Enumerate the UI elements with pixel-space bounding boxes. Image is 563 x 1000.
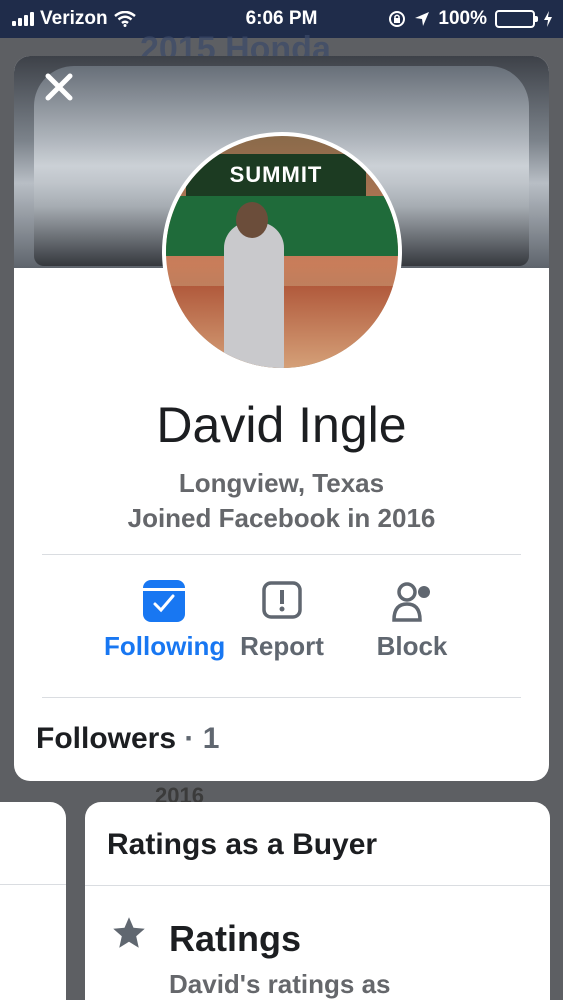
report-label: Report: [240, 631, 324, 661]
battery-icon: [495, 10, 538, 28]
followers-label: Followers: [36, 722, 177, 755]
divider: [85, 885, 550, 886]
avatar-sign-board: [166, 196, 398, 256]
side-card[interactable]: [0, 802, 66, 1000]
avatar[interactable]: SUMMIT: [162, 132, 402, 372]
following-button[interactable]: Following: [104, 580, 226, 663]
close-button[interactable]: [42, 70, 76, 104]
profile-joined: Joined Facebook in 2016: [127, 503, 436, 533]
orientation-lock-icon: [389, 11, 406, 27]
followers-separator: ·: [184, 722, 195, 755]
charging-bolt-icon: [544, 11, 552, 27]
divider: [42, 554, 521, 555]
status-right: 100%: [388, 8, 553, 30]
report-button[interactable]: Report: [222, 580, 342, 663]
ratings-title: Ratings: [169, 918, 302, 959]
avatar-person: [224, 222, 284, 368]
close-icon: [45, 73, 73, 101]
following-label: Following: [104, 631, 226, 661]
profile-modal: SUMMIT David Ingle Longview, Texas Joine…: [14, 56, 549, 781]
avatar-person-head: [236, 202, 268, 238]
avatar-sign-text: SUMMIT: [186, 154, 366, 196]
block-button[interactable]: Block: [352, 580, 472, 663]
ratings-heading: Ratings as a Buyer: [107, 828, 378, 861]
divider: [42, 697, 521, 698]
profile-name: David Ingle: [156, 397, 407, 453]
block-label: Block: [376, 631, 448, 661]
location-arrow-icon: [415, 12, 430, 26]
star-icon: [113, 917, 145, 948]
following-icon: [143, 580, 185, 622]
ratings-card[interactable]: Ratings as a Buyer Ratings David's ratin…: [85, 802, 550, 1000]
ratings-subtitle: David's ratings as: [169, 969, 391, 999]
followers-count: 1: [202, 722, 220, 755]
battery-percent: 100%: [438, 8, 487, 29]
profile-location: Longview, Texas: [178, 468, 385, 498]
divider: [0, 884, 66, 885]
block-icon: [391, 580, 433, 622]
avatar-rocks: [166, 286, 398, 368]
followers-row[interactable]: Followers · 1: [36, 722, 219, 756]
report-icon: [261, 580, 303, 622]
